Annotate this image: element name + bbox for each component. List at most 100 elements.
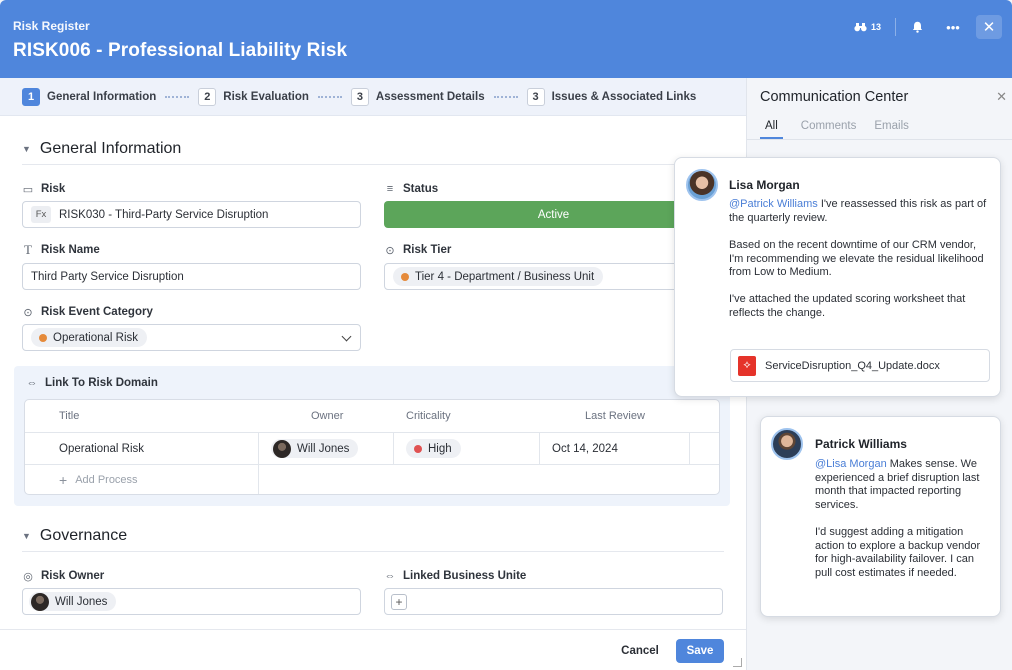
more-button[interactable]: ••• xyxy=(940,14,966,40)
comment-card[interactable]: Lisa Morgan @Patrick Williams I've reass… xyxy=(674,157,1001,397)
event-category-select[interactable]: Operational Risk xyxy=(22,324,361,351)
tab-emails[interactable]: Emails xyxy=(874,120,909,139)
check-circle-icon: ⊙ xyxy=(23,306,33,319)
owner-name: Will Jones xyxy=(297,442,350,455)
column-header-owner[interactable]: Owner xyxy=(311,400,343,432)
save-button[interactable]: Save xyxy=(676,639,724,663)
risk-tier-label: ⊙ Risk Tier xyxy=(384,244,452,257)
linked-units-field[interactable]: + xyxy=(384,588,723,615)
comment-card[interactable]: Patrick Williams @Lisa Morgan Makes sens… xyxy=(760,416,1001,617)
step-label: Issues & Associated Links xyxy=(551,90,697,103)
step-assessment-details[interactable]: 3 Assessment Details xyxy=(350,87,485,106)
breadcrumb[interactable]: Risk Register xyxy=(13,19,90,33)
risk-domain-title: ⇔ Link To Risk Domain xyxy=(26,377,158,389)
close-icon[interactable]: ✕ xyxy=(996,89,1007,105)
column-divider xyxy=(539,432,540,464)
comment-author[interactable]: Patrick Williams xyxy=(815,437,907,451)
status-label: ≡ Status xyxy=(384,183,438,195)
step-general-information[interactable]: 1 General Information xyxy=(22,87,157,106)
risk-tier-select[interactable]: Tier 4 - Department / Business Unit xyxy=(384,263,723,290)
comment-author[interactable]: Lisa Morgan xyxy=(729,178,800,192)
close-icon: ✕ xyxy=(982,19,996,36)
binoculars-icon xyxy=(854,23,867,32)
risk-owner-field[interactable]: Will Jones xyxy=(22,588,361,615)
section-title: Governance xyxy=(39,527,128,544)
header-toolbar: 13 ••• ✕ xyxy=(848,14,1002,40)
close-dialog-button[interactable]: ✕ xyxy=(976,15,1002,39)
column-header-title[interactable]: Title xyxy=(59,400,79,432)
check-circle-icon: ⊙ xyxy=(385,244,395,257)
status-button[interactable]: Active xyxy=(384,201,723,228)
stepper: 1 General Information 2 Risk Evaluation … xyxy=(0,78,746,116)
column-divider xyxy=(689,432,690,464)
risk-name-input[interactable]: Third Party Service Disruption xyxy=(22,263,361,290)
step-connector xyxy=(493,95,518,98)
tab-all[interactable]: All xyxy=(760,120,783,139)
cancel-button[interactable]: Cancel xyxy=(612,640,668,662)
risk-domain-table: Title Owner Criticality Last Review Oper… xyxy=(24,399,720,495)
comment-body: @Lisa Morgan Makes sense. We experienced… xyxy=(815,458,993,512)
watchers-button[interactable]: 13 xyxy=(848,14,887,40)
link-list-icon: ⇔ xyxy=(26,377,38,389)
table-row-criticality[interactable]: High xyxy=(406,433,461,464)
section-divider xyxy=(22,164,724,165)
category-dot-icon xyxy=(39,333,47,342)
record-icon: ▭ xyxy=(22,183,34,196)
table-row-owner[interactable]: Will Jones xyxy=(271,433,359,464)
step-connector xyxy=(165,95,190,98)
step-risk-evaluation[interactable]: 2 Risk Evaluation xyxy=(198,87,309,106)
step-number: 3 xyxy=(526,87,545,106)
risk-domain-panel: ⇔ Link To Risk Domain Title Owner Critic… xyxy=(14,366,730,506)
add-process-button[interactable]: + Add Process xyxy=(59,472,138,488)
step-label: General Information xyxy=(47,90,157,103)
list-icon: ≡ xyxy=(386,183,394,195)
step-issues-links[interactable]: 3 Issues & Associated Links xyxy=(526,87,697,106)
risk-tier-chip: Tier 4 - Department / Business Unit xyxy=(393,267,604,286)
column-header-last-review[interactable]: Last Review xyxy=(585,400,645,432)
risk-tier-value: Tier 4 - Department / Business Unit xyxy=(415,270,595,283)
comment-paragraph: Based on the recent downtime of our CRM … xyxy=(729,239,987,278)
event-category-label-text: Risk Event Category xyxy=(41,306,153,318)
criticality-chip: High xyxy=(406,439,461,458)
dialog-header: Risk Register RISK006 - Professional Lia… xyxy=(0,0,1012,78)
owner-chip: Will Jones xyxy=(271,439,359,458)
mention-link[interactable]: @Patrick Williams xyxy=(729,198,818,210)
event-category-chip: Operational Risk xyxy=(31,328,148,347)
tabs-divider xyxy=(747,139,1012,140)
collapse-caret-icon: ▼ xyxy=(22,144,31,154)
risk-name-label-text: Risk Name xyxy=(41,244,100,256)
column-header-criticality[interactable]: Criticality xyxy=(406,400,451,432)
section-general-information[interactable]: ▼ General Information xyxy=(22,140,181,158)
avatar xyxy=(273,439,291,458)
risk-field[interactable]: Fx RISK030 - Third-Party Service Disrupt… xyxy=(22,201,361,228)
risk-value: RISK030 - Third-Party Service Disruption xyxy=(59,208,269,221)
risk-label-text: Risk xyxy=(41,183,66,195)
mention-link[interactable]: @Lisa Morgan xyxy=(815,458,887,470)
notifications-button[interactable] xyxy=(904,14,930,40)
chevron-down-icon[interactable] xyxy=(341,331,352,342)
comment-body: @Patrick Williams I've reassessed this r… xyxy=(729,198,991,225)
comm-tabs: All Comments Emails xyxy=(760,120,909,139)
section-governance[interactable]: ▼ Governance xyxy=(22,527,127,545)
criticality-dot-icon xyxy=(414,444,422,453)
step-number: 2 xyxy=(198,87,217,106)
row-divider xyxy=(25,464,719,465)
watchers-count: 13 xyxy=(870,22,881,32)
status-label-text: Status xyxy=(403,183,439,195)
text-icon: T xyxy=(24,242,32,257)
avatar xyxy=(771,428,803,460)
panel-title: Communication Center xyxy=(760,89,909,105)
risk-tier-label-text: Risk Tier xyxy=(403,244,452,256)
resize-handle-icon[interactable] xyxy=(733,658,742,667)
add-unit-plus-icon[interactable]: + xyxy=(391,593,407,610)
attachment-link[interactable]: ⟡ ServiceDisruption_Q4_Update.docx xyxy=(730,349,990,382)
table-row-last-review[interactable]: Oct 14, 2024 xyxy=(552,433,618,464)
event-category-value: Operational Risk xyxy=(53,331,139,344)
risk-owner-label-text: Risk Owner xyxy=(41,570,105,582)
tab-comments[interactable]: Comments xyxy=(801,120,857,139)
risk-owner-label: ◎ Risk Owner xyxy=(22,570,105,583)
plus-icon: + xyxy=(59,472,68,488)
table-row-title[interactable]: Operational Risk xyxy=(59,433,144,464)
step-label: Risk Evaluation xyxy=(223,90,309,103)
risk-name-value: Third Party Service Disruption xyxy=(31,270,184,283)
